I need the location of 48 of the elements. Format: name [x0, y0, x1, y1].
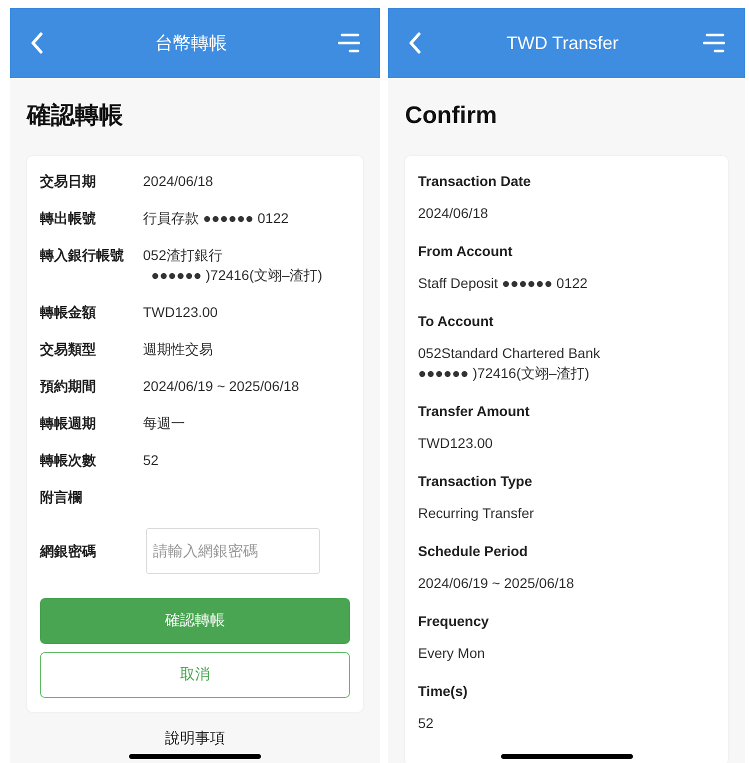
field-value: 052Standard Chartered Bank	[418, 344, 602, 363]
field-label: 轉出帳號	[40, 209, 97, 228]
field-label: 轉帳週期	[40, 414, 97, 433]
field-value: 052渣打銀行	[143, 246, 224, 265]
field-label: 交易日期	[40, 172, 97, 191]
menu-icon[interactable]	[338, 33, 360, 53]
field-label: To Account	[418, 312, 494, 331]
field-label: 附言欄	[40, 488, 83, 507]
field-label: Transaction Type	[418, 472, 534, 491]
field-label: 預約期間	[40, 377, 97, 396]
field-value: Recurring Transfer	[418, 504, 535, 523]
password-field[interactable]: 請輸入網銀密碼	[146, 528, 320, 574]
back-icon[interactable]	[30, 32, 44, 54]
field-value: Every Mon	[418, 644, 486, 663]
header-title: TWD Transfer	[506, 32, 618, 54]
confirm-button[interactable]: 確認轉帳	[40, 598, 350, 644]
field-value: 2024/06/19 ~ 2025/06/18	[418, 574, 576, 593]
field-label: 轉入銀行帳號	[40, 246, 125, 265]
field-label: Transaction Date	[418, 172, 532, 191]
field-value: 52	[143, 451, 159, 470]
field-label: 轉帳次數	[40, 451, 97, 470]
field-label: Frequency	[418, 612, 490, 631]
field-label: Time(s)	[418, 682, 469, 701]
field-value: 每週一	[143, 414, 185, 433]
field-label: 網銀密碼	[40, 542, 97, 560]
field-value: 2024/06/18	[143, 172, 214, 191]
menu-icon[interactable]	[702, 33, 725, 53]
field-value: Staff Deposit ●●●●●● 0122	[418, 274, 589, 293]
field-label: Transfer Amount	[418, 402, 530, 421]
header-title: 台幣轉帳	[155, 32, 227, 54]
field-label: From Account	[418, 242, 514, 261]
field-label: 轉帳金額	[40, 303, 97, 322]
field-label: 交易類型	[40, 340, 97, 359]
field-value: 52	[418, 714, 435, 733]
page-title: 確認轉帳	[25, 101, 124, 131]
field-value: 2024/06/19 ~ 2025/06/18	[143, 377, 300, 396]
field-label: Schedule Period	[418, 542, 529, 561]
back-icon[interactable]	[408, 32, 422, 54]
field-value: ●●●●●● )72416(文翊–渣打)	[150, 266, 322, 285]
field-value: 2024/06/18	[418, 204, 490, 223]
page-title: Confirm	[404, 101, 498, 131]
field-value: 週期性交易	[143, 340, 213, 359]
field-value: TWD123.00	[418, 434, 494, 453]
section-heading: 說明事項	[164, 729, 226, 749]
field-value: TWD123.00	[143, 303, 218, 322]
cancel-button[interactable]: 取消	[40, 652, 350, 698]
field-value: 行員存款 ●●●●●● 0122	[143, 209, 289, 228]
field-value: ●●●●●● )72416(文翊–渣打)	[418, 364, 590, 383]
